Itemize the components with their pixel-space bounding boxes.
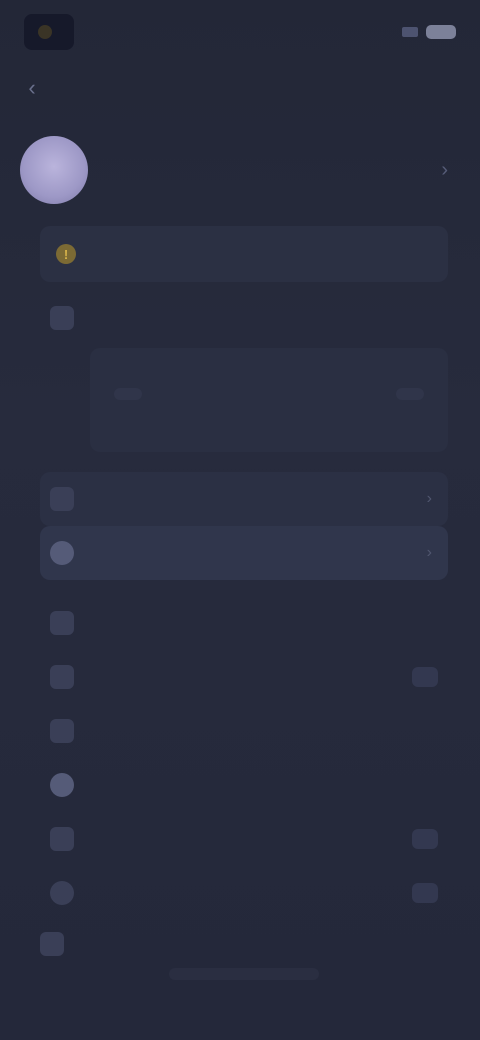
footer-icon [40,932,64,956]
profile-text [104,165,441,175]
menu-group-main [40,596,448,920]
menu-item-badge [412,883,438,903]
menu-item-top-1[interactable]: › [40,472,448,526]
footer-link[interactable] [169,968,319,980]
sync-section [40,296,448,456]
chevron-left-icon: ‹ [28,75,36,100]
footer-icon-row [40,932,448,956]
menu-item-badge [412,667,438,687]
status-icons [394,25,456,39]
menu-item-6[interactable] [40,866,448,920]
sync-secondary-button[interactable] [396,388,424,400]
sync-primary-button[interactable] [114,388,142,400]
settings-screen: ‹ › ! › › [0,0,480,1040]
chevron-right-icon: › [441,158,448,181]
menu-item-icon [50,665,74,689]
menu-item-top-2[interactable]: › [40,526,448,580]
chevron-right-icon: › [426,490,432,507]
menu-item-1[interactable] [40,596,448,650]
menu-item-3[interactable] [40,704,448,758]
menu-item-icon [50,611,74,635]
back-button[interactable]: ‹ [16,72,48,104]
menu-item-badge [412,829,438,849]
footer [40,932,448,992]
menu-item-icon [50,541,74,565]
menu-item-2[interactable] [40,650,448,704]
sync-header [40,296,448,340]
signal-icon [402,27,418,37]
status-bar [24,14,456,50]
battery-icon [426,25,456,39]
app-dot-icon [38,25,52,39]
sync-card [90,348,448,452]
avatar[interactable] [20,136,88,204]
menu-group-top: › › [40,472,448,580]
menu-item-icon [50,719,74,743]
menu-item-5[interactable] [40,812,448,866]
status-app-indicator [24,14,74,50]
warning-icon: ! [56,244,76,264]
notice-banner[interactable]: ! [40,226,448,282]
sync-buttons [106,388,432,400]
menu-item-icon [50,773,74,797]
menu-item-icon [50,827,74,851]
chevron-right-icon: › [426,544,432,561]
cloud-sync-icon [50,306,74,330]
profile-card[interactable]: › [20,132,448,208]
menu-item-4[interactable] [40,758,448,812]
menu-item-icon [50,487,74,511]
menu-item-icon [50,881,74,905]
